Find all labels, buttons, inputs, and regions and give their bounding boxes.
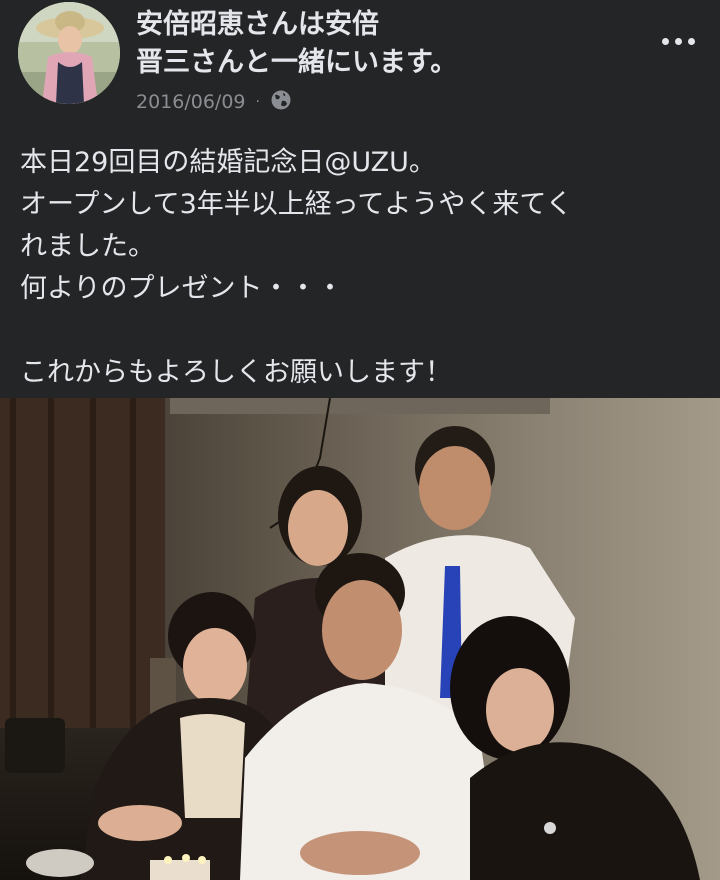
post-meta: 2016/06/09 · (136, 88, 292, 116)
avatar-image (18, 2, 120, 104)
facebook-post: 安倍昭恵さんは安倍 晋三さんと一緒にいます。 2016/06/09 · 本日29… (0, 0, 720, 880)
author-action-line[interactable]: 安倍昭恵さんは安倍 晋三さんと一緒にいます。 (136, 6, 636, 82)
post-body: 本日29回目の結婚記念日@UZU。 オープンして3年半以上経ってようやく来てく … (20, 142, 700, 394)
author-line-1[interactable]: 安倍昭恵さんは安倍 (136, 6, 636, 44)
post-text-line: これからもよろしくお願いします！ (20, 357, 452, 388)
post-text-line: 何よりのプレゼント・・・ (20, 273, 344, 304)
post-date[interactable]: 2016/06/09 (136, 91, 246, 113)
post-text-line: れました。 (20, 231, 155, 262)
author-line-2[interactable]: 晋三さんと一緒にいます。 (136, 44, 636, 82)
post-text-line (20, 310, 700, 352)
globe-icon[interactable] (270, 89, 292, 116)
more-dots-icon[interactable] (656, 28, 700, 54)
post-photo[interactable] (0, 398, 720, 880)
meta-separator: · (255, 94, 260, 110)
author-avatar[interactable] (18, 2, 120, 104)
post-text-line: オープンして3年半以上経ってようやく来てく (20, 189, 573, 220)
group-photo-image (0, 398, 720, 880)
post-text-line: 本日29回目の結婚記念日@UZU。 (20, 147, 436, 178)
